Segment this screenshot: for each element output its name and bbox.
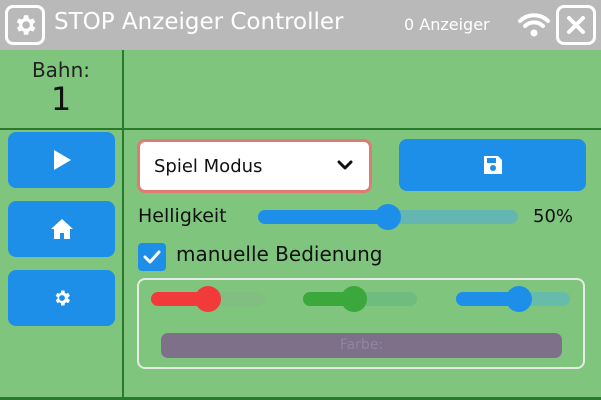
color-preview[interactable]: Farbe: [161, 333, 562, 358]
chevron-down-icon [337, 160, 353, 170]
lane-panel: Bahn: 1 [0, 50, 124, 130]
gear-icon [16, 15, 36, 35]
title-bar: STOP Anzeiger Controller 0 Anzeiger [0, 0, 601, 50]
home-button[interactable] [8, 201, 115, 257]
red-slider[interactable] [151, 286, 265, 312]
blue-slider-thumb[interactable] [505, 286, 532, 312]
play-button[interactable] [8, 132, 115, 188]
save-button[interactable] [399, 139, 586, 191]
save-icon [483, 156, 502, 174]
app-title: STOP Anzeiger Controller [54, 9, 344, 35]
manual-checkbox[interactable] [138, 243, 166, 271]
brightness-slider-thumb[interactable] [375, 204, 401, 230]
green-slider[interactable] [303, 286, 417, 312]
system-settings-button[interactable] [8, 270, 115, 326]
gear-icon [55, 290, 70, 306]
brightness-slider-fill [258, 210, 388, 224]
play-icon [53, 150, 71, 170]
brightness-slider[interactable] [258, 204, 518, 230]
blue-slider[interactable] [456, 286, 570, 312]
close-icon [567, 16, 585, 34]
manual-label: manuelle Bedienung [176, 242, 383, 266]
lane-value: 1 [50, 80, 72, 118]
settings-button[interactable] [5, 5, 45, 45]
mode-select[interactable]: Spiel Modus [137, 139, 372, 193]
mode-select-value: Spiel Modus [154, 155, 263, 177]
brightness-value: 50% [533, 206, 574, 227]
lane-label: Bahn: [31, 58, 91, 82]
home-icon [50, 219, 73, 239]
checkmark-icon [143, 250, 161, 264]
red-slider-thumb[interactable] [195, 286, 221, 312]
info-panel [124, 50, 601, 130]
wifi-icon [518, 13, 550, 37]
device-count: 0 Anzeiger [404, 15, 490, 34]
brightness-label: Helligkeit [138, 205, 227, 227]
close-button[interactable] [556, 5, 596, 45]
